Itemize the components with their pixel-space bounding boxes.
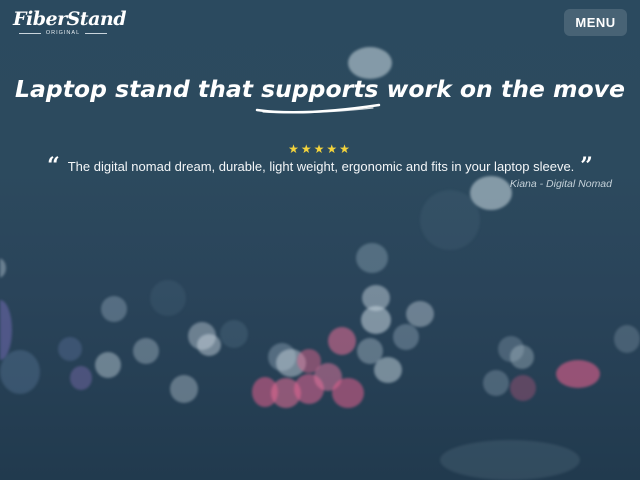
brand-tagline-row: ORIGINAL — [13, 30, 113, 36]
headline-text-start: Laptop stand that — [15, 75, 262, 103]
menu-button[interactable]: MENU — [564, 9, 627, 36]
underline-swoosh-icon — [255, 103, 381, 114]
logo-rule-right — [85, 32, 108, 34]
headline-emphasis-text: supports — [261, 75, 379, 103]
brand-tagline: ORIGINAL — [45, 30, 81, 36]
testimonial-quote: “ The digital nomad dream, durable, ligh… — [0, 153, 640, 179]
testimonial-attribution: Kiana - Digital Nomad — [509, 178, 612, 190]
brand-name: FiberStand — [13, 8, 127, 30]
hero-headline: Laptop stand that supports work on the m… — [0, 75, 640, 114]
headline-text-end: work on the move — [378, 75, 625, 103]
brand-logo[interactable]: FiberStand ORIGINAL — [13, 8, 127, 36]
testimonial-text: The digital nomad dream, durable, light … — [67, 159, 575, 174]
headline-emphasis: supports — [255, 75, 381, 114]
logo-rule-left — [18, 32, 41, 34]
close-quote-icon: ” — [580, 153, 593, 179]
open-quote-icon: “ — [47, 153, 60, 179]
bokeh-background — [0, 0, 640, 480]
star-rating: ★★★★★ — [288, 142, 352, 156]
